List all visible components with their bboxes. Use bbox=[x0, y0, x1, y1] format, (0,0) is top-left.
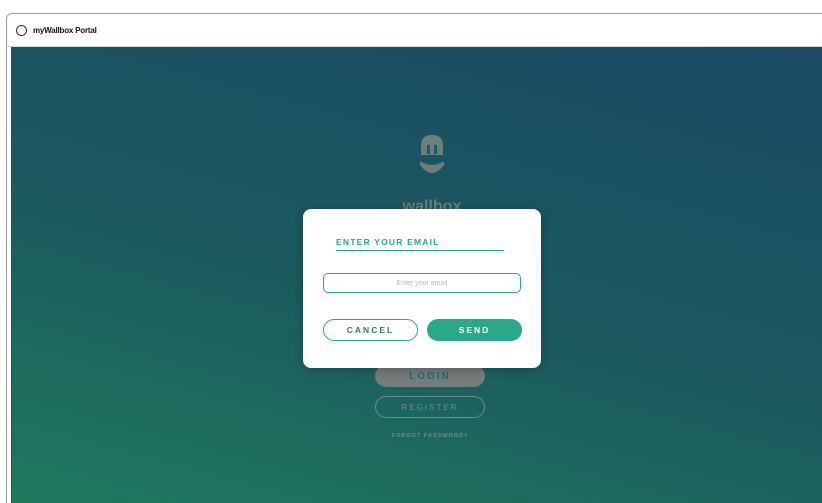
title-bar: myWallbox Portal bbox=[7, 14, 822, 47]
modal-title: ENTER YOUR EMAIL bbox=[336, 237, 504, 251]
forgot-password-modal: ENTER YOUR EMAIL CANCEL SEND bbox=[303, 209, 541, 368]
app-circle-icon bbox=[16, 24, 27, 36]
wallbox-plug-icon bbox=[420, 135, 444, 173]
email-input[interactable] bbox=[323, 273, 521, 293]
send-button[interactable]: SEND bbox=[427, 319, 522, 341]
window-title: myWallbox Portal bbox=[33, 25, 97, 35]
cancel-button[interactable]: CANCEL bbox=[323, 319, 418, 341]
login-page-background: wallbox LOGIN REGISTER FORGOT PASSWORD? … bbox=[11, 47, 822, 503]
app-window: myWallbox Portal wallbox LOGIN REGISTER … bbox=[6, 13, 822, 503]
register-button[interactable]: REGISTER bbox=[375, 396, 485, 418]
forgot-password-link[interactable]: FORGOT PASSWORD? bbox=[375, 433, 485, 439]
login-button[interactable]: LOGIN bbox=[375, 365, 485, 387]
